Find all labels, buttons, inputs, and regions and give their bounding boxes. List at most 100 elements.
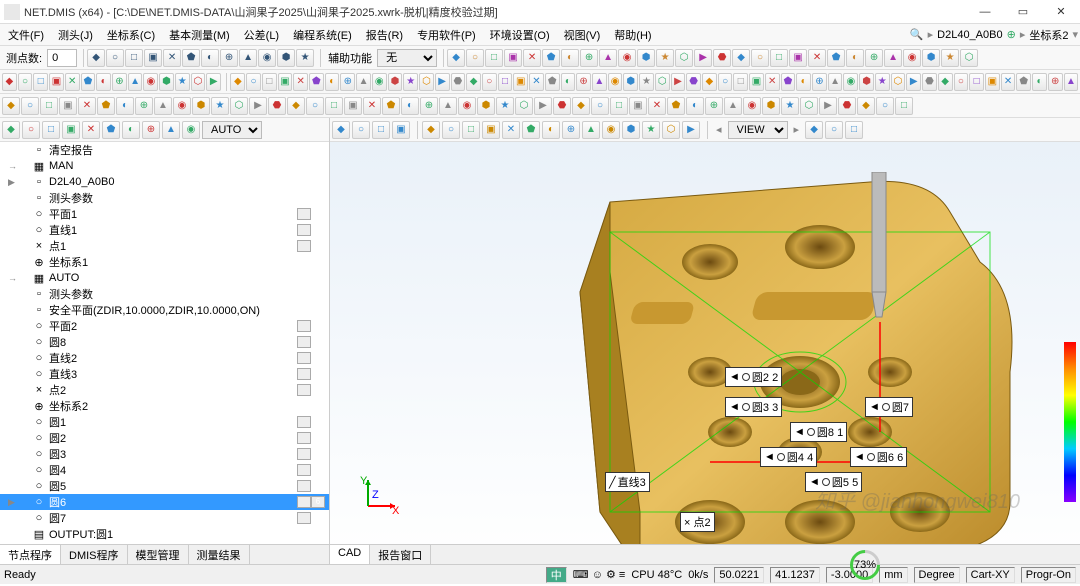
toolbar-button[interactable]: ⊕: [812, 73, 827, 91]
close-button[interactable]: ✕: [1046, 2, 1076, 22]
toolbar-button[interactable]: ⬣: [838, 97, 856, 115]
toolbar-button[interactable]: □: [42, 121, 60, 139]
toolbar-button[interactable]: ⊕: [865, 49, 883, 67]
toolbar-button[interactable]: ◐: [325, 73, 340, 91]
toolbar-button[interactable]: ⬟: [781, 73, 796, 91]
toolbar-button[interactable]: ⬟: [309, 73, 324, 91]
toolbar-button[interactable]: ○: [466, 49, 484, 67]
toolbar-button[interactable]: ▲: [128, 73, 143, 91]
toolbar-button[interactable]: ◆: [2, 73, 17, 91]
toolbar-button[interactable]: ◉: [743, 97, 761, 115]
tree-row[interactable]: ○圆2: [0, 430, 329, 446]
toolbar-button[interactable]: ⬢: [277, 49, 295, 67]
menu-item[interactable]: 专用软件(P): [411, 25, 482, 45]
toolbar-button[interactable]: ▲: [162, 121, 180, 139]
toolbar-button[interactable]: ○: [306, 97, 324, 115]
tree-row[interactable]: ○直线3: [0, 366, 329, 382]
minimize-button[interactable]: —: [970, 2, 1000, 22]
toolbar-button[interactable]: ◆: [732, 49, 750, 67]
toolbar-button[interactable]: ▶: [906, 73, 921, 91]
label-p2[interactable]: × 点2: [680, 512, 715, 532]
toolbar-button[interactable]: ○: [442, 121, 460, 139]
toolbar-button[interactable]: □: [325, 97, 343, 115]
toolbar-button[interactable]: ○: [22, 121, 40, 139]
toolbar-button[interactable]: ⬟: [827, 49, 845, 67]
tree-row[interactable]: ○圆8: [0, 334, 329, 350]
toolbar-button[interactable]: ⬣: [451, 73, 466, 91]
toolbar-button[interactable]: ▶: [682, 121, 700, 139]
toolbar-button[interactable]: □: [262, 73, 277, 91]
toolbar-button[interactable]: ✕: [78, 97, 96, 115]
side-tab[interactable]: 节点程序: [0, 545, 61, 564]
toolbar-button[interactable]: ▲: [356, 73, 371, 91]
side-tab[interactable]: 模型管理: [128, 545, 189, 564]
toolbar-button[interactable]: ✕: [765, 73, 780, 91]
toolbar-button[interactable]: ⬣: [713, 49, 731, 67]
toolbar-button[interactable]: ○: [718, 73, 733, 91]
toolbar-button[interactable]: ▶: [819, 97, 837, 115]
toolbar-button[interactable]: ▲: [1064, 73, 1079, 91]
toolbar-button[interactable]: ◐: [201, 49, 219, 67]
toolbar-button[interactable]: ⬡: [515, 97, 533, 115]
ime-indicator[interactable]: 中: [546, 567, 567, 583]
toolbar-button[interactable]: ◆: [447, 49, 465, 67]
cad-canvas[interactable]: ◄圆2 2 ◄圆3 3 ◄圆7 ◄圆8 1 ◄圆4 4 ◄圆6 6 ◄圆5 5 …: [330, 142, 1080, 544]
toolbar-button[interactable]: ○: [18, 73, 33, 91]
toolbar-button[interactable]: ▣: [392, 121, 410, 139]
toolbar-button[interactable]: ⊕: [220, 49, 238, 67]
toolbar-button[interactable]: ⬣: [553, 97, 571, 115]
label-c3[interactable]: ◄圆3 3: [725, 397, 782, 417]
toolbar-button[interactable]: ○: [825, 121, 843, 139]
tree-row[interactable]: ▫安全平面(ZDIR,10.0000,ZDIR,10.0000,ON): [0, 302, 329, 318]
viewer-tab[interactable]: CAD: [330, 545, 370, 564]
toolbar-button[interactable]: ▲: [599, 49, 617, 67]
toolbar-button[interactable]: ⬣: [686, 73, 701, 91]
toolbar-button[interactable]: ⬡: [191, 73, 206, 91]
tree-row[interactable]: ▶○圆66: [0, 494, 329, 510]
toolbar-button[interactable]: ◉: [903, 49, 921, 67]
toolbar-button[interactable]: ⬡: [675, 49, 693, 67]
tree-row[interactable]: ▶▫D2L40_A0B0: [0, 174, 329, 190]
toolbar-button[interactable]: ◐: [796, 73, 811, 91]
toolbar-button[interactable]: ✕: [363, 97, 381, 115]
toolbar-button[interactable]: ▲: [439, 97, 457, 115]
menu-item[interactable]: 测头(J): [52, 25, 99, 45]
toolbar-button[interactable]: ▶: [694, 49, 712, 67]
toolbar-button[interactable]: ○: [352, 121, 370, 139]
toolbar-button[interactable]: ⬡: [800, 97, 818, 115]
view-select[interactable]: VIEW: [728, 121, 788, 139]
toolbar-button[interactable]: ⬢: [388, 73, 403, 91]
status-deg[interactable]: Degree: [914, 567, 960, 583]
toolbar-button[interactable]: ◆: [857, 97, 875, 115]
toolbar-button[interactable]: ★: [403, 73, 418, 91]
toolbar-button[interactable]: ★: [639, 73, 654, 91]
toolbar-button[interactable]: ▣: [344, 97, 362, 115]
toolbar-button[interactable]: ⬟: [382, 97, 400, 115]
tree-row[interactable]: ▫测头参数: [0, 190, 329, 206]
tree-row[interactable]: →▦AUTO: [0, 270, 329, 286]
toolbar-button[interactable]: □: [770, 49, 788, 67]
tree-row[interactable]: ○直线1: [0, 222, 329, 238]
toolbar-button[interactable]: ⬟: [97, 97, 115, 115]
toolbar-button[interactable]: ◆: [87, 49, 105, 67]
toolbar-button[interactable]: ⬡: [891, 73, 906, 91]
toolbar-button[interactable]: ◆: [332, 121, 350, 139]
menu-item[interactable]: 公差(L): [238, 25, 285, 45]
toolbar-button[interactable]: ▣: [59, 97, 77, 115]
toolbar-button[interactable]: ▲: [592, 73, 607, 91]
toolbar-button[interactable]: ⊕: [576, 73, 591, 91]
auto-select[interactable]: AUTO: [202, 121, 262, 139]
toolbar-button[interactable]: ⬢: [159, 73, 174, 91]
toolbar-button[interactable]: ◉: [843, 73, 858, 91]
toolbar-button[interactable]: □: [733, 73, 748, 91]
toolbar-button[interactable]: ◐: [542, 121, 560, 139]
toolbar-button[interactable]: □: [462, 121, 480, 139]
label-c2[interactable]: ◄圆2 2: [725, 367, 782, 387]
toolbar-button[interactable]: ◐: [846, 49, 864, 67]
toolbar-button[interactable]: ⊕: [420, 97, 438, 115]
tree-row[interactable]: ○平面2: [0, 318, 329, 334]
tree-row[interactable]: →▦MAN: [0, 158, 329, 174]
toolbar-button[interactable]: ○: [246, 73, 261, 91]
label-c8[interactable]: ◄圆8 1: [790, 422, 847, 442]
tree-row[interactable]: ▫清空报告: [0, 142, 329, 158]
